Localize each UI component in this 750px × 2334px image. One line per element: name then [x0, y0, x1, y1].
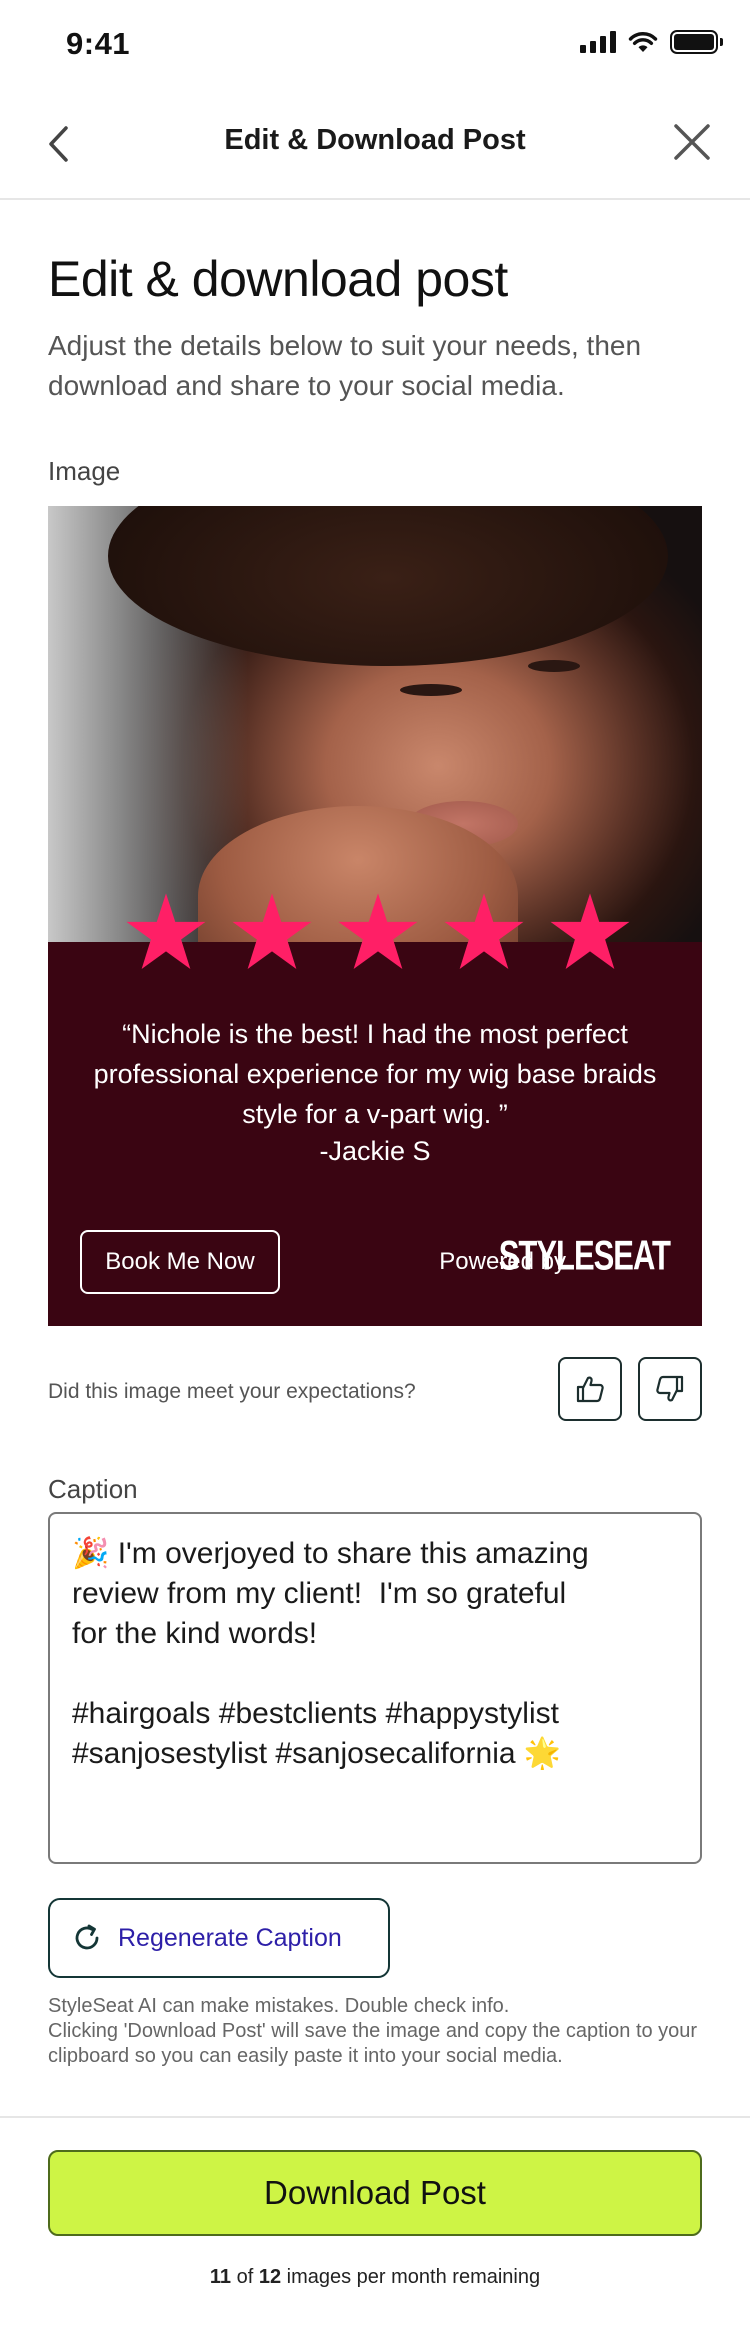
feedback-question: Did this image meet your expectations?: [48, 1380, 416, 1403]
battery-icon: [670, 30, 723, 54]
review-quote: “Nichole is the best! I had the most per…: [93, 1019, 657, 1129]
thumbs-up-button[interactable]: [558, 1357, 622, 1421]
refresh-icon: [75, 1924, 99, 1950]
client-photo: [48, 506, 702, 942]
page-subtitle: Adjust the details below to suit your ne…: [48, 330, 642, 401]
caption-section-label: Caption: [48, 1474, 138, 1504]
page-title: Edit & download post: [48, 251, 508, 307]
images-total-count: 12: [258, 2266, 282, 2288]
status-bar: 9:41: [0, 0, 750, 90]
close-button[interactable]: [670, 120, 714, 164]
caption-text[interactable]: 🎉 I'm overjoyed to share this amazing re…: [72, 1534, 678, 1774]
download-post-button[interactable]: Download Post: [48, 2150, 702, 2236]
ai-disclaimer: StyleSeat AI can make mistakes. Double c…: [48, 1995, 698, 2067]
nav-bar: Edit & Download Post: [0, 96, 750, 200]
post-image-preview: “Nichole is the best! I had the most per…: [48, 506, 702, 1326]
cellular-signal-icon: [580, 31, 616, 53]
book-me-now-badge: Book Me Now: [80, 1230, 280, 1294]
star-icon: [550, 893, 630, 969]
star-icon: [338, 893, 418, 969]
rating-stars: [124, 890, 632, 974]
caption-textarea[interactable]: 🎉 I'm overjoyed to share this amazing re…: [48, 1512, 702, 1864]
status-time: 9:41: [66, 26, 131, 61]
close-icon: [674, 124, 710, 160]
star-icon: [232, 893, 312, 969]
thumbs-down-icon: [656, 1375, 684, 1402]
star-icon: [444, 893, 524, 969]
wifi-icon: [628, 32, 658, 52]
images-used-count: 11: [209, 2266, 232, 2288]
regenerate-caption-label: Regenerate Caption: [118, 1923, 342, 1952]
nav-title: Edit & Download Post: [224, 124, 526, 156]
styleseat-logo: STYLESEAT: [498, 1231, 671, 1279]
status-icons: [580, 30, 723, 54]
reviewer-name: -Jackie S: [319, 1136, 431, 1166]
footer-divider: [0, 2116, 750, 2118]
thumbs-up-icon: [576, 1376, 604, 1403]
regenerate-caption-button[interactable]: Regenerate Caption: [48, 1898, 390, 1978]
images-remaining: 11 of 12 images per month remaining: [209, 2266, 541, 2288]
image-section-label: Image: [48, 456, 121, 486]
thumbs-down-button[interactable]: [638, 1357, 702, 1421]
star-icon: [126, 893, 206, 969]
